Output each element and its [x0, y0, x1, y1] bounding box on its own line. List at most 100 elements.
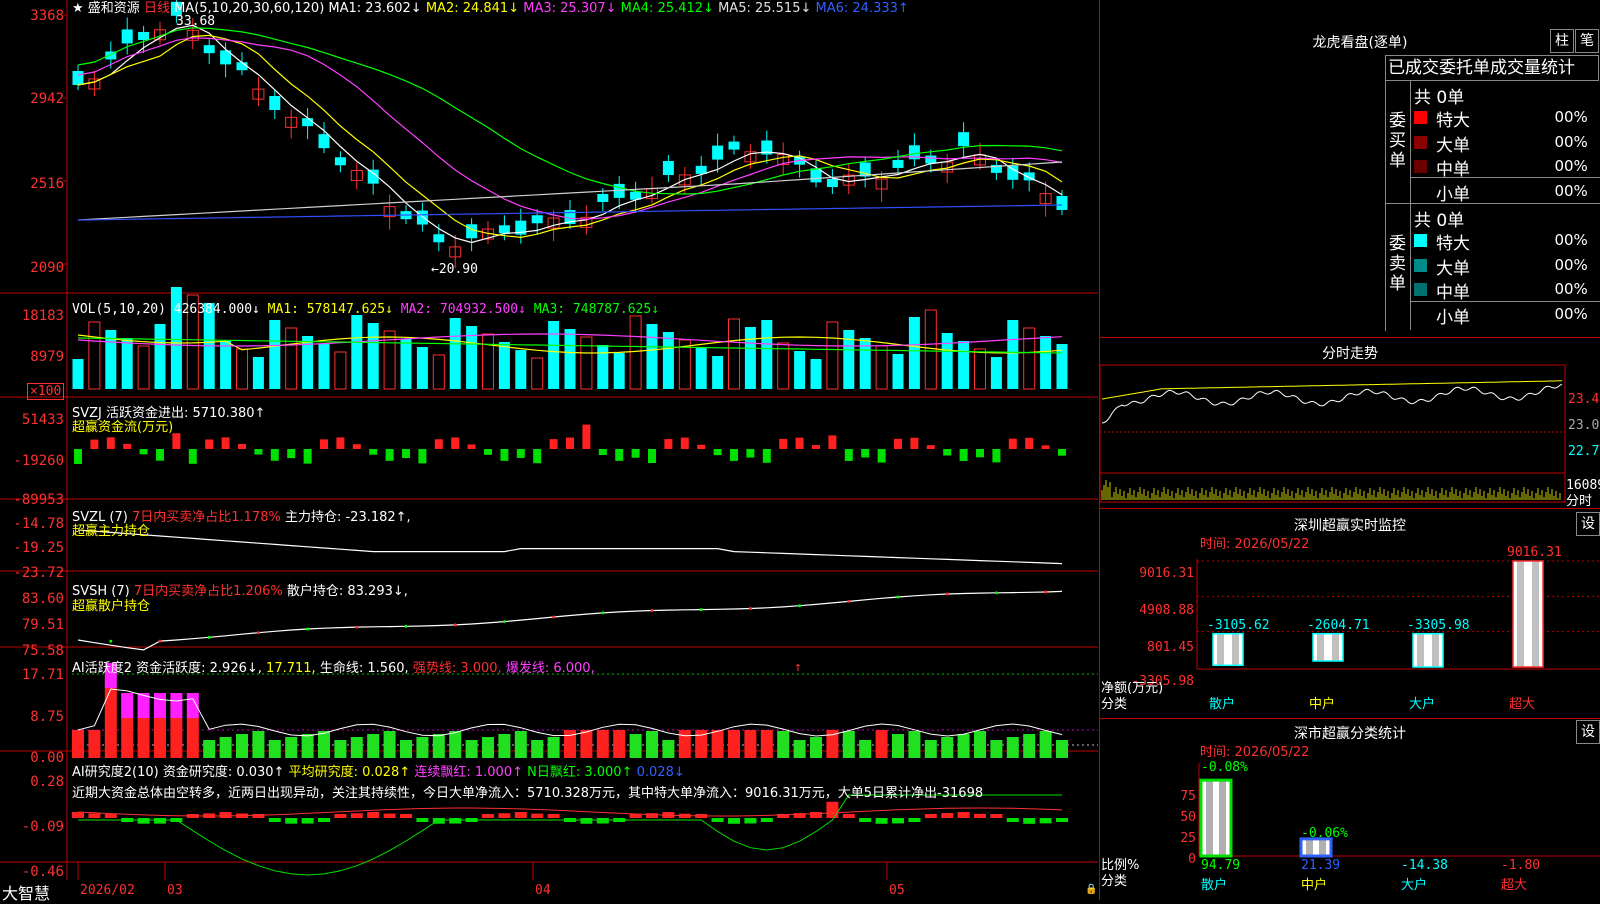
period-label[interactable]: 日线 — [144, 1, 170, 16]
ai-active-bar — [285, 737, 298, 758]
ai-research-bar — [219, 812, 232, 818]
ai-research-c: 连续飘红: 1.000↑ — [414, 765, 523, 780]
svzj-subtitle: 超赢资金流(万元) — [72, 420, 174, 435]
sz-monitor-category-label: 中户 — [1309, 697, 1336, 712]
ai-research-axis-3: -0.46 — [21, 864, 64, 880]
buy-row-name-1: 大单 — [1436, 135, 1470, 156]
svzj-bar — [615, 449, 624, 461]
ai-active-bar — [1023, 734, 1036, 758]
sell-row-swatch-3 — [1414, 308, 1427, 321]
ma2-value: MA2: 24.841↓ — [425, 1, 520, 16]
svzj-bar — [566, 437, 574, 449]
volume-bar — [252, 357, 264, 389]
svzj-header[interactable]: SVZJ 活跃资金进出: 5710.380↑ — [72, 406, 265, 421]
ai-active-bar — [924, 740, 937, 758]
ai-active-bar — [350, 737, 363, 758]
volume-bar — [449, 318, 461, 389]
sz-monitor-xlabel: 分类 — [1101, 697, 1128, 712]
main-chart-area[interactable]: ★ 盛和资源 日线 MA(5,10,20,30,60,120) MA1: 23.… — [0, 0, 1100, 903]
sz-class-xlabel: 分类 — [1101, 874, 1128, 889]
ai-research-bar — [350, 813, 363, 818]
svzj-bar — [631, 449, 640, 458]
svzj-bar — [598, 449, 607, 456]
ai-research-bar — [318, 818, 330, 822]
svzj-bar — [434, 439, 443, 449]
sell-label-cell: 委卖单 — [1386, 204, 1411, 330]
svsh-hold: 散户持仓: 83.293↓, — [286, 584, 408, 599]
ai-research-bar — [810, 812, 822, 818]
svsh-dot — [355, 625, 359, 629]
svzj-axis-2: -19260 — [13, 453, 64, 469]
lock-icon[interactable]: 🔒 — [1085, 884, 1097, 895]
sell-row-swatch-0 — [1414, 234, 1427, 247]
ai-active-bar — [514, 731, 527, 758]
tick-view-button[interactable]: 笔 — [1575, 29, 1599, 53]
sell-row-pct-2: 0% — [1564, 280, 1588, 298]
ai-active-bar — [547, 737, 560, 758]
volume-bar — [285, 327, 298, 390]
ai-active-bar — [810, 737, 822, 758]
sz-class-category-label: 中户 — [1301, 878, 1328, 893]
volume-bar — [958, 341, 970, 389]
ai-research-bar — [383, 813, 396, 818]
svzj-bar — [1025, 437, 1034, 449]
column-view-button[interactable]: 柱 — [1550, 29, 1574, 53]
analysis-summary-text: 近期大资金总体由空转多，近两日出现异动，关注其持续性，今日大单净流入：5710.… — [72, 786, 984, 801]
sz-monitor-category-label: 超大 — [1509, 697, 1536, 712]
svzj-bar — [795, 437, 804, 449]
buy-row-name-0: 特大 — [1436, 111, 1470, 131]
volume-bar — [1023, 327, 1036, 390]
vol-header: VOL(5,10,20) 426384.000↓ MA1: 578147.625… — [72, 302, 659, 317]
svsh-dot — [699, 608, 703, 612]
volume-bar — [367, 323, 379, 389]
ai-active-bar — [941, 737, 954, 758]
volume-bar — [564, 329, 576, 389]
buy-row-swatch-3 — [1414, 185, 1427, 198]
buy-row-pct-1: 0% — [1564, 132, 1588, 151]
vol-name[interactable]: VOL(5,10,20) — [72, 302, 166, 317]
ai-research-axis-2: -0.09 — [21, 819, 64, 835]
ai-active-bar — [1056, 740, 1068, 758]
ai-active-axis-1: 17.71 — [21, 667, 64, 683]
ai-active-bar — [596, 730, 609, 758]
ai-active-bar — [859, 740, 872, 758]
svsh-name[interactable]: SVSH (7) — [72, 584, 130, 599]
volume-bar — [908, 317, 920, 389]
svzj-bar — [385, 449, 394, 461]
svzj-bar — [812, 444, 820, 449]
volume-bar — [236, 348, 248, 390]
stock-title[interactable]: ★ 盛和资源 — [72, 1, 140, 16]
volume-bar — [220, 341, 232, 389]
volume-bar — [121, 338, 133, 389]
svsh-dot — [650, 609, 654, 613]
sz-monitor-ylabel: 净额(万元) — [1101, 681, 1164, 696]
date-label-may: 05 — [889, 883, 905, 898]
sz-monitor-value-label: -3305.98 — [1407, 617, 1470, 633]
buy-row-count-2: 0 — [1554, 157, 1564, 175]
ai-research-bar — [154, 818, 166, 824]
svzj-bar — [106, 437, 115, 449]
svzl-name[interactable]: SVZL (7) — [72, 510, 128, 525]
ma5-value: MA5: 25.515↓ — [718, 1, 812, 16]
sz-class-category-label: 超大 — [1501, 878, 1528, 893]
svsh-line — [77, 590, 1063, 651]
ai-research-name[interactable]: AI研究度2(10) — [72, 765, 159, 780]
sell-row-pct-1: 0% — [1564, 255, 1588, 274]
volume-bar — [482, 333, 494, 390]
svzj-bar — [926, 445, 935, 449]
svzj-bar — [467, 444, 476, 449]
svsh-dot — [256, 631, 260, 635]
ai-research-bar — [1056, 818, 1068, 822]
ma3-value: MA3: 25.307↓ — [523, 1, 617, 16]
candle-down — [236, 62, 248, 71]
ai-active-axis-3: 0.00 — [30, 750, 64, 766]
ai-active-name[interactable]: AI活跃度2 — [72, 661, 132, 676]
dragon-title: 龙虎看盘(逐单) — [1312, 35, 1408, 51]
intraday-chart[interactable] — [1100, 360, 1600, 520]
ai-research-bar — [1039, 818, 1052, 824]
svzj-bar — [828, 435, 837, 449]
candle-down — [302, 118, 314, 127]
sz-monitor-value-label: -3105.62 — [1207, 617, 1270, 633]
svsh-dot — [306, 627, 310, 631]
ai-active-line — [77, 688, 1063, 737]
